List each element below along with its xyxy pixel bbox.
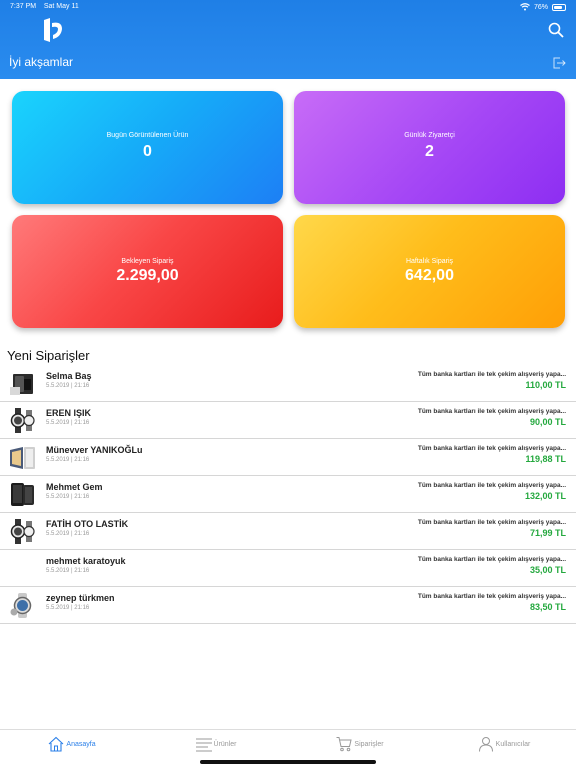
tablet-thumb [10, 447, 35, 469]
order-description: Tüm banka kartları ile tek çekim alışver… [417, 593, 566, 600]
phone-box-thumb [10, 374, 33, 395]
stat-label: Bugün Görüntülenen Ürün [106, 132, 189, 139]
order-price: 71,99 TL [529, 528, 566, 538]
tab-home[interactable]: Anasayfa [0, 730, 144, 758]
order-customer-name: mehmet karatoyuk [46, 556, 126, 566]
order-date: 5.5.2019 | 21:16 [46, 457, 90, 463]
order-customer-name: Münevver YANIKOĞLu [46, 445, 143, 455]
order-customer-name: Mehmet Gem [46, 482, 103, 492]
app-header: 7:37 PM Sat May 11 76% İyi akşamlar [0, 0, 576, 79]
order-price: 83,50 TL [529, 602, 566, 612]
order-price: 35,00 TL [529, 565, 566, 575]
status-date: Sat May 11 [43, 3, 79, 10]
stat-label: Haftalık Sipariş [405, 258, 454, 265]
order-row[interactable]: mehmet karatoyuk 5.5.2019 | 21:16 Tüm ba… [0, 550, 576, 587]
phone-thumb [11, 483, 34, 506]
order-description: Tüm banka kartları ile tek çekim alışver… [417, 519, 566, 526]
tab-label: Siparişler [354, 740, 384, 748]
stat-value: 642,00 [405, 267, 454, 284]
tab-users[interactable]: Kullanıcılar [432, 730, 576, 758]
cart-icon [336, 737, 353, 752]
order-description: Tüm banka kartları ile tek çekim alışver… [417, 371, 566, 378]
stat-value: 2.299,00 [116, 267, 179, 284]
battery-percent: 76% [533, 3, 548, 11]
watch-thumb [10, 408, 35, 433]
order-price: 132,00 TL [524, 491, 566, 501]
order-row[interactable]: Selma Baş 5.5.2019 | 21:16 Tüm banka kar… [0, 365, 576, 402]
order-date: 5.5.2019 | 21:16 [46, 568, 90, 574]
tab-products[interactable]: Ürünler [144, 730, 288, 758]
tab-label: Kullanıcılar [495, 740, 531, 748]
order-customer-name: Selma Baş [46, 371, 92, 381]
tab-label: Ürünler [213, 740, 237, 748]
app-logo-icon [44, 18, 62, 42]
orders-list: Selma Baş 5.5.2019 | 21:16 Tüm banka kar… [0, 365, 576, 624]
home-icon [49, 736, 64, 752]
order-price: 119,88 TL [525, 454, 566, 464]
battery-icon [552, 3, 566, 11]
stat-value: 2 [425, 143, 434, 160]
stat-card-viewed-products[interactable]: Bugün Görüntülenen Ürün 0 [12, 91, 283, 204]
order-date: 5.5.2019 | 21:16 [46, 494, 90, 500]
stat-card-pending-orders[interactable]: Bekleyen Sipariş 2.299,00 [12, 215, 283, 328]
order-date: 5.5.2019 | 21:16 [46, 420, 90, 426]
order-customer-name: EREN IŞIK [46, 408, 92, 418]
stat-label: Günlük Ziyaretçi [404, 132, 455, 139]
tab-orders[interactable]: Siparişler [288, 730, 432, 758]
home-indicator [200, 760, 376, 764]
order-price: 110,00 TL [525, 380, 566, 390]
user-icon [478, 737, 493, 752]
watch-thumb [10, 519, 35, 544]
order-price: 90,00 TL [529, 417, 566, 427]
order-row[interactable]: EREN IŞIK 5.5.2019 | 21:16 Tüm banka kar… [0, 402, 576, 439]
stat-card-daily-visitors[interactable]: Günlük Ziyaretçi 2 [294, 91, 565, 204]
order-date: 5.5.2019 | 21:16 [46, 531, 90, 537]
greeting-text: İyi akşamlar [9, 55, 74, 69]
search-icon[interactable] [548, 22, 564, 38]
section-title-new-orders: Yeni Siparişler [7, 348, 90, 363]
order-description: Tüm banka kartları ile tek çekim alışver… [417, 556, 566, 563]
tab-label: Anasayfa [66, 740, 96, 748]
logout-icon[interactable] [552, 56, 566, 70]
order-description: Tüm banka kartları ile tek çekim alışver… [417, 445, 566, 452]
order-row[interactable]: Münevver YANIKOĞLu 5.5.2019 | 21:16 Tüm … [0, 439, 576, 476]
order-customer-name: zeynep türkmen [46, 593, 115, 603]
status-time: 7:37 PM [10, 3, 37, 10]
stat-value: 0 [143, 143, 152, 160]
order-row[interactable]: zeynep türkmen 5.5.2019 | 21:16 Tüm bank… [0, 587, 576, 624]
order-row[interactable]: Mehmet Gem 5.5.2019 | 21:16 Tüm banka ka… [0, 476, 576, 513]
order-description: Tüm banka kartları ile tek çekim alışver… [417, 482, 566, 489]
order-date: 5.5.2019 | 21:16 [46, 605, 90, 611]
list-icon [195, 738, 212, 752]
order-customer-name: FATİH OTO LASTİK [46, 519, 129, 529]
order-row[interactable]: FATİH OTO LASTİK 5.5.2019 | 21:16 Tüm ba… [0, 513, 576, 550]
smartwatch-thumb [10, 593, 32, 618]
stat-label: Bekleyen Sipariş [121, 258, 174, 265]
wifi-icon [520, 3, 530, 11]
order-description: Tüm banka kartları ile tek çekim alışver… [417, 408, 566, 415]
stat-card-weekly-orders[interactable]: Haftalık Sipariş 642,00 [294, 215, 565, 328]
order-date: 5.5.2019 | 21:16 [46, 383, 90, 389]
status-bar: 7:37 PM Sat May 11 76% [10, 3, 566, 13]
